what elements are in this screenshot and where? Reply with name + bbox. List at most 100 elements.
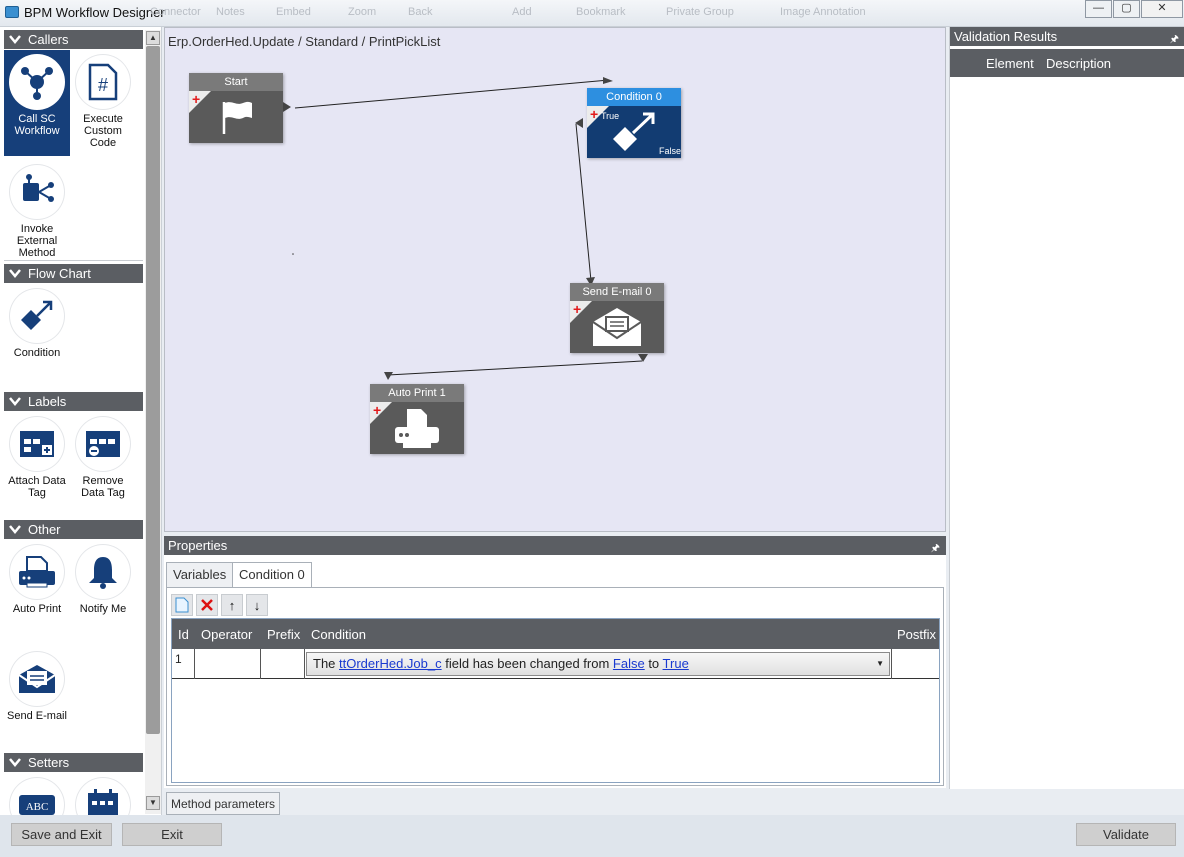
table-row[interactable]: 1 The ttOrderHed.Job_c field has been ch… xyxy=(172,649,939,679)
to-value-link[interactable]: True xyxy=(663,656,689,671)
invoke-method-icon xyxy=(9,164,65,220)
minimize-button[interactable]: — xyxy=(1085,0,1112,18)
node-title: Auto Print 1 xyxy=(370,384,464,402)
ghost-toolbar-image-annotation: Image Annotation xyxy=(780,6,866,18)
col-header-operator: Operator xyxy=(201,627,253,642)
cell-postfix[interactable] xyxy=(891,649,939,679)
node-condition[interactable]: Condition 0 + True False xyxy=(587,88,681,158)
tool-invoke-external-method[interactable]: Invoke External Method xyxy=(4,160,70,260)
tool-notify-me[interactable]: Notify Me xyxy=(70,540,136,620)
condition-editor: ↑ ↓ Id Operator Prefix Condition Postfix… xyxy=(166,587,944,786)
move-up-button[interactable]: ↑ xyxy=(221,594,243,616)
group-header-flow-chart[interactable]: Flow Chart xyxy=(4,264,143,283)
calendar-icon xyxy=(75,777,131,815)
dropdown-arrow-icon[interactable]: ▼ xyxy=(876,653,884,675)
col-header-condition: Condition xyxy=(311,627,366,642)
col-header-postfix: Postfix xyxy=(897,627,937,642)
group-header-callers[interactable]: Callers xyxy=(4,30,143,49)
validation-title: Validation Results xyxy=(954,29,1058,44)
chevron-down-icon xyxy=(9,525,21,534)
validate-button[interactable]: Validate xyxy=(1076,823,1176,846)
ghost-toolbar-zoom: Zoom xyxy=(348,6,377,18)
toolbox-scrollbar[interactable]: ▲ ▼ xyxy=(145,30,161,814)
tool-execute-custom-code[interactable]: # Execute Custom Code xyxy=(70,50,136,156)
tool-label: Attach Data Tag xyxy=(8,475,66,499)
tool-condition[interactable]: Condition xyxy=(4,284,70,364)
node-auto-print[interactable]: Auto Print 1 + xyxy=(370,384,464,454)
node-start[interactable]: Start + xyxy=(189,73,283,143)
scroll-up-arrow-icon[interactable]: ▲ xyxy=(146,31,160,45)
delete-x-icon[interactable] xyxy=(196,594,218,616)
condition-icon xyxy=(9,288,65,344)
grid-header: Id Operator Prefix Condition Postfix xyxy=(172,619,939,649)
tool-remove-data-tag[interactable]: Remove Data Tag xyxy=(70,412,136,504)
validation-panel: Validation Results 🖈 Element Description xyxy=(949,27,1184,789)
group-header-other[interactable]: Other xyxy=(4,520,143,539)
restore-button[interactable]: ▢ xyxy=(1113,0,1140,18)
app-icon xyxy=(5,6,19,18)
tool-set-text[interactable]: ABC xyxy=(4,773,70,815)
pin-icon[interactable]: 🖈 xyxy=(1170,30,1179,49)
validation-columns: Element Description xyxy=(950,49,1184,77)
scrollbar-thumb[interactable] xyxy=(146,46,160,734)
pin-icon[interactable]: 🖈 xyxy=(931,539,940,558)
tool-label: Auto Print xyxy=(12,603,62,615)
envelope-icon xyxy=(570,301,664,353)
tool-send-email[interactable]: Send E-mail xyxy=(4,647,70,735)
new-document-icon[interactable] xyxy=(171,594,193,616)
tab-condition-0[interactable]: Condition 0 xyxy=(232,562,312,589)
condition-select[interactable]: The ttOrderHed.Job_c field has been chan… xyxy=(306,652,890,676)
col-header-description[interactable]: Description xyxy=(1046,56,1111,71)
abc-icon: ABC xyxy=(9,777,65,815)
output-port-icon[interactable] xyxy=(283,102,291,112)
tool-attach-data-tag[interactable]: Attach Data Tag xyxy=(4,412,70,504)
cell-operator[interactable] xyxy=(195,649,261,679)
output-port-icon[interactable] xyxy=(638,354,648,362)
from-value-link[interactable]: False xyxy=(613,656,645,671)
envelope-icon xyxy=(9,651,65,707)
tab-method-parameters[interactable]: Method parameters xyxy=(166,792,281,815)
group-label: Other xyxy=(28,522,61,537)
tool-call-sc-workflow[interactable]: Call SC Workflow xyxy=(4,50,70,156)
ghost-toolbar-bookmark: Bookmark xyxy=(576,6,626,18)
tab-variables[interactable]: Variables xyxy=(166,562,234,588)
condition-text-3: to xyxy=(644,656,663,671)
col-header-element[interactable]: Element xyxy=(986,56,1034,71)
window-title: BPM Workflow Designer xyxy=(24,5,165,20)
toolbox-panel: Callers Call SC Workflow # Execute Custo… xyxy=(0,27,162,815)
tool-label: Remove Data Tag xyxy=(81,475,125,499)
remove-tag-icon xyxy=(75,416,131,472)
tool-auto-print[interactable]: Auto Print xyxy=(4,540,70,620)
input-port-icon[interactable] xyxy=(575,118,583,128)
field-link[interactable]: ttOrderHed.Job_c xyxy=(339,656,442,671)
condition-text-2: field has been changed from xyxy=(441,656,613,671)
cell-prefix[interactable] xyxy=(261,649,305,679)
title-bar: BPM Workflow Designer Connector Notes Em… xyxy=(0,0,1184,27)
move-down-button[interactable]: ↓ xyxy=(246,594,268,616)
svg-text:ABC: ABC xyxy=(26,801,49,813)
group-separator xyxy=(4,260,143,261)
tool-label: Call SC Workflow xyxy=(14,113,60,137)
group-header-labels[interactable]: Labels xyxy=(4,392,143,411)
ghost-toolbar-private-group: Private Group xyxy=(666,6,734,18)
arrow-head-icon xyxy=(384,372,393,380)
node-send-email[interactable]: Send E-mail 0 + xyxy=(570,283,664,353)
chevron-down-icon xyxy=(9,35,21,44)
close-button[interactable]: ✕ xyxy=(1141,0,1183,18)
call-sc-workflow-icon xyxy=(9,54,65,110)
tool-set-date[interactable] xyxy=(70,773,136,815)
group-header-setters[interactable]: Setters xyxy=(4,753,143,772)
ghost-toolbar-notes: Notes xyxy=(216,6,245,18)
svg-text:#: # xyxy=(98,75,108,95)
save-and-exit-button[interactable]: Save and Exit xyxy=(11,823,112,846)
ghost-toolbar-add: Add xyxy=(512,6,532,18)
workflow-canvas[interactable]: Erp.OrderHed.Update / Standard / PrintPi… xyxy=(164,27,946,532)
exit-button[interactable]: Exit xyxy=(122,823,222,846)
scroll-down-arrow-icon[interactable]: ▼ xyxy=(146,796,160,810)
group-label: Labels xyxy=(28,394,67,409)
ghost-toolbar-connector: Connector xyxy=(150,6,201,18)
footer-bar: Save and Exit Exit Validate xyxy=(0,815,1184,857)
tool-label: Execute Custom Code xyxy=(83,113,123,149)
condition-text-1: The xyxy=(313,656,340,671)
chevron-down-icon xyxy=(9,269,21,278)
